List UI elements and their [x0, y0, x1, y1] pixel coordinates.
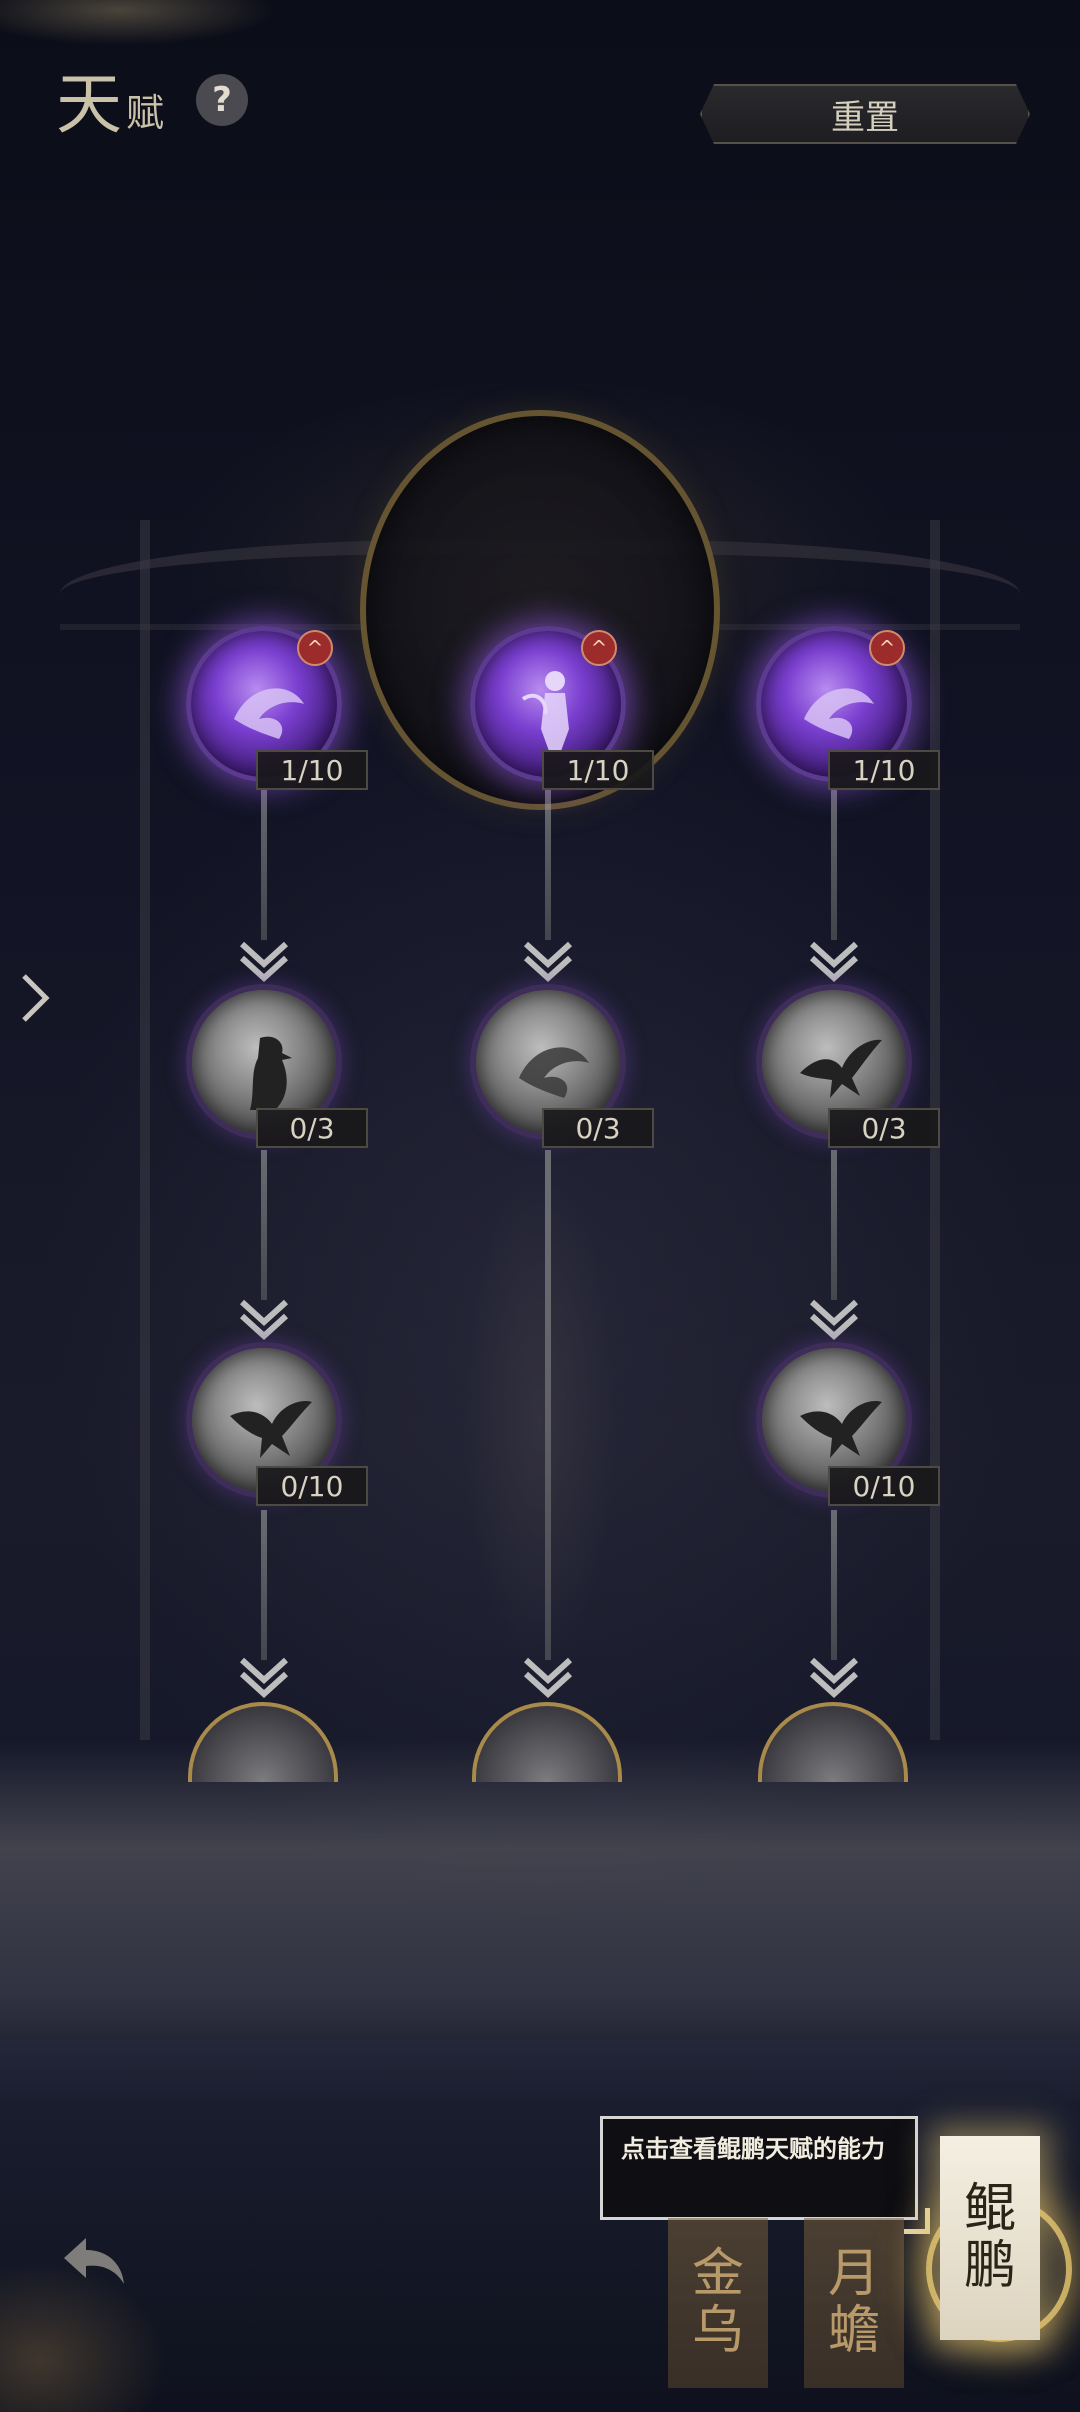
connector-line: [831, 1510, 837, 1660]
tab-yuechan[interactable]: 月 蟾: [804, 2218, 904, 2388]
eagle-icon: [250, 1036, 292, 1110]
connector-line: [831, 1150, 837, 1300]
connector-line: [261, 790, 267, 940]
reset-button[interactable]: 重置: [700, 84, 1030, 144]
talent-level: 0/3: [828, 1108, 940, 1148]
arrow-down-icon: [809, 941, 859, 983]
bird-icon: [230, 1400, 312, 1458]
help-button[interactable]: ?: [196, 74, 248, 126]
tab-label-top: 鲲: [963, 2178, 1016, 2239]
upgrade-badge: ^: [869, 630, 905, 666]
talent-level: 1/10: [256, 750, 368, 790]
arrow-down-icon: [239, 1657, 289, 1699]
upgrade-badge: ^: [297, 630, 333, 666]
arrow-down-icon: [239, 1299, 289, 1341]
upgrade-badge: ^: [581, 630, 617, 666]
connector-line: [261, 1150, 267, 1300]
tab-jinwu[interactable]: 金 乌: [668, 2218, 768, 2388]
connector-line: [545, 1150, 551, 1660]
arrow-down-icon: [809, 1657, 859, 1699]
connector-line: [831, 790, 837, 940]
tab-kunpeng[interactable]: 鲲 鹏: [940, 2136, 1040, 2340]
figure-icon: [521, 671, 569, 751]
talent-level: 0/10: [256, 1466, 368, 1506]
bird-icon: [800, 1400, 882, 1458]
title-sub-char: 赋: [126, 91, 165, 135]
fish-icon: [519, 1047, 589, 1098]
arrow-down-icon: [523, 1657, 573, 1699]
tab-label-bottom: 乌: [691, 2301, 744, 2361]
arrow-down-icon: [239, 941, 289, 983]
arrow-down-icon: [523, 941, 573, 983]
hint-tooltip: 点击查看鲲鹏天赋的能力: [600, 2116, 918, 2220]
talent-level: 0/3: [256, 1108, 368, 1148]
tab-label-bottom: 蟾: [827, 2301, 880, 2361]
talent-level: 0/10: [828, 1466, 940, 1506]
back-arrow-icon[interactable]: [56, 2228, 132, 2292]
tab-label-top: 月: [827, 2243, 880, 2304]
arrow-down-icon: [809, 1299, 859, 1341]
talent-level: 1/10: [828, 750, 940, 790]
title-main-char: 天: [56, 66, 122, 143]
tab-label-top: 金: [691, 2243, 744, 2304]
connector-line: [261, 1510, 267, 1660]
bird-icon: [800, 1039, 882, 1098]
top-ornament: [0, 0, 360, 80]
tab-label-bottom: 鹏: [963, 2236, 1016, 2296]
talent-level: 1/10: [542, 750, 654, 790]
page-title: 天 赋: [56, 48, 164, 138]
connector-line: [545, 790, 551, 940]
talent-level: 0/3: [542, 1108, 654, 1148]
hint-pointer: [904, 2208, 930, 2234]
fish-icon: [234, 688, 304, 739]
fish-icon: [804, 688, 874, 739]
chevron-right-icon[interactable]: [16, 968, 56, 1028]
